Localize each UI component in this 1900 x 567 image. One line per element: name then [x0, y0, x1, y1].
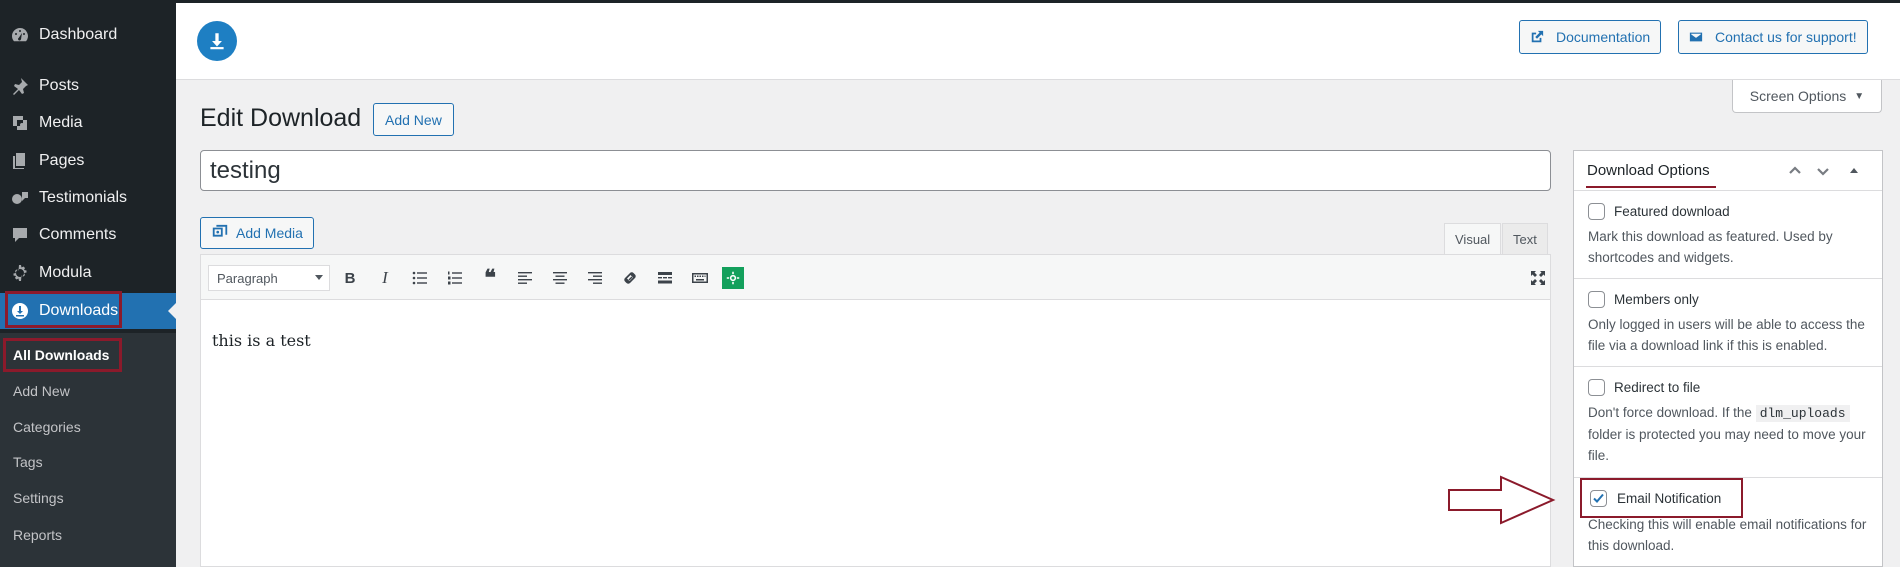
highlight-email-notification	[1580, 478, 1743, 518]
sidebar-item-pages[interactable]: Pages	[0, 143, 176, 179]
option-redirect: Redirect to file Don't force download. I…	[1574, 367, 1882, 478]
panel-title: Download Options	[1587, 162, 1710, 179]
sidebar-item-modula[interactable]: Modula	[0, 255, 176, 291]
dashboard-icon	[9, 24, 31, 46]
download-monitor-logo	[197, 21, 237, 61]
option-members-only: Members only Only logged in users will b…	[1574, 279, 1882, 367]
sidebar-item-media[interactable]: Media	[0, 105, 176, 141]
chevron-down-icon	[315, 275, 323, 280]
comment-icon	[9, 224, 31, 246]
redirect-desc-code: dlm_uploads	[1755, 405, 1850, 422]
pages-icon	[9, 150, 31, 172]
media-icon	[212, 224, 228, 237]
plugin-header: Documentation Contact us for support!	[176, 3, 1900, 80]
members-only-description: Only logged in users will be able to acc…	[1588, 317, 1865, 353]
support-button[interactable]: Contact us for support!	[1678, 20, 1868, 54]
sidebar-item-dashboard[interactable]: Dashboard	[0, 17, 176, 53]
editor-toolbar: Paragraph B I ❝	[201, 255, 1550, 300]
add-media-label: Add Media	[236, 225, 303, 241]
numbered-list-icon[interactable]	[443, 266, 467, 290]
email-notification-description: Checking this will enable email notifica…	[1588, 517, 1867, 553]
format-select-value: Paragraph	[217, 270, 278, 286]
fullscreen-icon[interactable]	[1526, 266, 1550, 290]
sidebar-item-label: Media	[39, 114, 83, 131]
collapse-triangle-icon[interactable]	[1844, 161, 1864, 181]
panel-header: Download Options	[1574, 151, 1882, 191]
add-media-button[interactable]: Add Media	[200, 217, 314, 249]
format-select[interactable]: Paragraph	[208, 265, 330, 291]
align-center-icon[interactable]	[548, 266, 572, 290]
envelope-icon	[1689, 32, 1703, 42]
members-only-label: Members only	[1614, 292, 1699, 307]
align-right-icon[interactable]	[583, 266, 607, 290]
documentation-button[interactable]: Documentation	[1519, 20, 1662, 54]
sidebar-item-label: Dashboard	[39, 26, 118, 43]
redirect-label: Redirect to file	[1614, 380, 1701, 395]
bullet-list-icon[interactable]	[408, 266, 432, 290]
redirect-description: Don't force download. If the dlm_uploads…	[1588, 402, 1878, 466]
sidebar-item-comments[interactable]: Comments	[0, 217, 176, 253]
media-icon	[9, 112, 31, 134]
post-title-input[interactable]: testing	[200, 150, 1551, 191]
sidebar-item-posts[interactable]: Posts	[0, 68, 176, 104]
italic-icon[interactable]: I	[373, 266, 397, 290]
highlight-all-downloads	[3, 338, 122, 372]
sidebar-item-label: Pages	[39, 152, 85, 169]
redirect-desc-pre: Don't force download. If the	[1588, 405, 1752, 420]
chevron-up-icon[interactable]	[1785, 161, 1805, 181]
screen-options-label: Screen Options	[1749, 88, 1847, 104]
keyboard-icon[interactable]	[688, 266, 712, 290]
shortcode-icon[interactable]	[722, 267, 744, 289]
support-label: Contact us for support!	[1715, 29, 1857, 45]
members-only-checkbox[interactable]	[1588, 291, 1605, 308]
tab-text[interactable]: Text	[1502, 223, 1548, 255]
title-underline	[1586, 186, 1716, 188]
external-link-icon	[1531, 30, 1544, 43]
featured-label: Featured download	[1614, 204, 1730, 219]
sidebar-item-testimonials[interactable]: Testimonials	[0, 180, 176, 216]
submenu-tags[interactable]: Tags	[13, 454, 43, 470]
editor-content-text[interactable]: this is a test	[212, 331, 311, 350]
testimonials-icon	[9, 187, 31, 209]
page-title: Edit Download	[200, 104, 362, 132]
annotation-arrow	[1447, 474, 1557, 526]
sidebar-item-label: Testimonials	[39, 189, 128, 206]
gear-icon	[9, 262, 31, 284]
pin-icon	[9, 75, 31, 97]
submenu-categories[interactable]: Categories	[13, 419, 81, 435]
post-title-value: testing	[210, 156, 281, 184]
featured-checkbox[interactable]	[1588, 203, 1605, 220]
highlight-downloads	[5, 291, 122, 328]
submenu-add-new[interactable]: Add New	[13, 383, 70, 399]
sidebar-item-label: Posts	[39, 77, 80, 94]
tab-visual[interactable]: Visual	[1444, 223, 1502, 255]
read-more-icon[interactable]	[653, 266, 677, 290]
redirect-checkbox[interactable]	[1588, 379, 1605, 396]
redirect-desc-post: folder is protected you may need to move…	[1588, 427, 1866, 463]
link-icon[interactable]	[618, 266, 642, 290]
option-featured: Featured download Mark this download as …	[1574, 191, 1882, 279]
content-editor: Paragraph B I ❝ this is a test	[200, 254, 1551, 567]
submenu-settings[interactable]: Settings	[13, 490, 64, 506]
sidebar-item-label: Modula	[39, 264, 92, 281]
featured-description: Mark this download as featured. Used by …	[1588, 229, 1833, 265]
blockquote-icon[interactable]: ❝	[478, 265, 502, 291]
screen-options-toggle[interactable]: Screen Options ▼	[1732, 80, 1882, 113]
chevron-down-icon[interactable]	[1813, 161, 1833, 181]
add-new-button[interactable]: Add New	[373, 103, 454, 136]
align-left-icon[interactable]	[513, 266, 537, 290]
bold-icon[interactable]: B	[338, 266, 362, 290]
sidebar-item-label: Comments	[39, 226, 117, 243]
documentation-label: Documentation	[1556, 29, 1651, 45]
current-indicator	[168, 303, 176, 319]
admin-sidebar: Dashboard Posts Media Pages Testimonials…	[0, 3, 176, 567]
caret-down-icon: ▼	[1854, 90, 1865, 102]
submenu-reports[interactable]: Reports	[13, 527, 62, 543]
